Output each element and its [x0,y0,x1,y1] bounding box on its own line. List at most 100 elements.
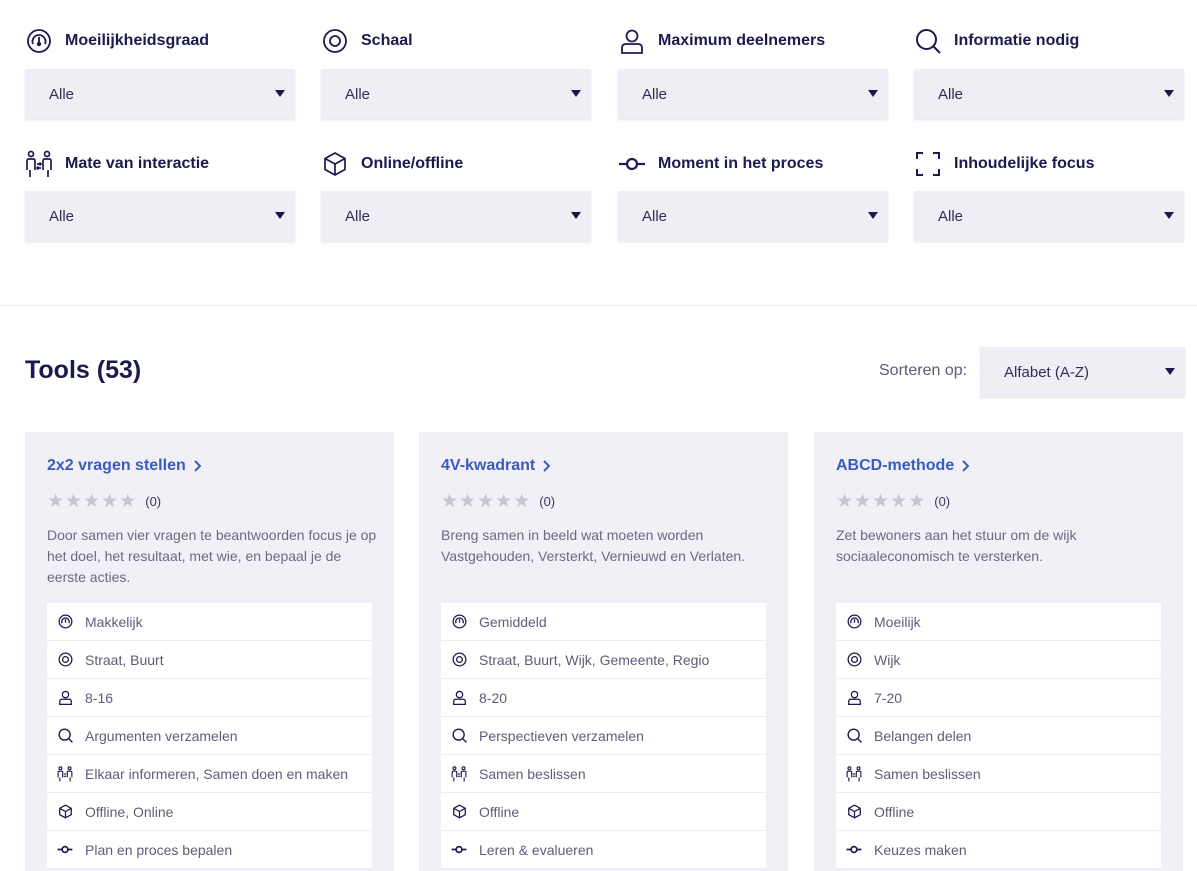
filter-online-offline: Online/offline [321,149,591,179]
target-icon [451,652,467,668]
attr-process-moment: Leren & evalueren [441,831,766,869]
caret-down-icon [868,212,878,219]
star-rating[interactable]: ★ ★ ★ ★ ★ (0) [47,492,161,511]
interaction-select[interactable]: Alle [25,191,295,241]
caret-down-icon [275,90,285,97]
attr-scale: Straat, Buurt, Wijk, Gemeente, Regio [441,641,766,679]
attr-interaction: Elkaar informeren, Samen doen en maken [47,755,372,793]
filter-label: Moeilijkheidsgraad [25,26,295,56]
star-icon: ★ [47,491,65,512]
tool-card: 4V-kwadrant ★ ★ ★ ★ ★ (0) Breng samen in bee… [419,432,788,871]
attr-online-offline: Offline, Online [47,793,372,831]
filter-difficulty: Moeilijkheidsgraad [25,26,295,56]
attr-process-moment: Keuzes maken [836,831,1161,869]
star-icon: ★ [83,491,101,512]
rating-count: (0) [145,494,162,509]
tool-card-attributes: Makkelijk Straat, Buurt 8-16 Argumenten … [47,603,372,869]
filter-label: Maximum deelnemers [618,26,888,56]
filter-interaction: Mate van interactie [25,149,295,179]
timeline-node-icon [57,842,73,858]
timeline-node-icon [451,842,467,858]
caret-down-icon [571,90,581,97]
attr-information: Perspectieven verzamelen [441,717,766,755]
cube-icon [57,804,73,820]
caret-down-icon [868,90,878,97]
filter-label: Informatie nodig [914,26,1184,56]
sort-label: Sorteren op: [879,362,968,379]
star-icon: ★ [872,491,890,512]
filter-content-focus: Inhoudelijke focus [914,149,1184,179]
attr-information: Belangen delen [836,717,1161,755]
star-icon: ★ [890,491,908,512]
attr-interaction: Samen beslissen [441,755,766,793]
filter-max-participants: Maximum deelnemers [618,26,888,56]
star-icon: ★ [513,491,531,512]
attr-information: Argumenten verzamelen [47,717,372,755]
scale-select[interactable]: Alle [321,69,591,119]
attr-difficulty: Moeilijk [836,603,1161,641]
attr-online-offline: Offline [441,793,766,831]
tool-card: ABCD-methode ★ ★ ★ ★ ★ (0) Zet bewoners aan … [814,432,1183,871]
tool-card-description: Breng samen in beeld wat moeten worden V… [441,527,746,564]
search-icon [846,728,862,744]
tool-card-title-link[interactable]: 4V-kwadrant [441,457,551,475]
chevron-right-icon [961,460,970,472]
filter-information-needed: Informatie nodig [914,26,1184,56]
attr-difficulty: Makkelijk [47,603,372,641]
gauge-icon [25,27,53,55]
tools-heading: Tools (53) [25,356,142,384]
star-rating[interactable]: ★ ★ ★ ★ ★ (0) [441,492,555,511]
star-icon: ★ [459,491,477,512]
person-icon [618,27,646,55]
filter-scale: Schaal [321,26,591,56]
information-needed-select[interactable]: Alle [914,69,1184,119]
attr-participants: 8-20 [441,679,766,717]
people-interaction-icon [451,765,467,782]
people-interaction-icon [846,765,862,782]
cube-icon [846,804,862,820]
tool-card-description: Zet bewoners aan het stuur om de wijk so… [836,527,1077,564]
attr-scale: Straat, Buurt [47,641,372,679]
people-interaction-icon [57,765,73,782]
process-moment-select[interactable]: Alle [618,191,888,241]
tool-card-attributes: Moeilijk Wijk 7-20 Belangen delen Samen … [836,603,1161,869]
search-icon [914,27,942,55]
timeline-node-icon [618,150,646,178]
filter-label: Mate van interactie [25,149,295,179]
star-icon: ★ [119,491,137,512]
cube-icon [321,150,349,178]
person-icon [846,690,862,706]
attr-interaction: Samen beslissen [836,755,1161,793]
star-rating[interactable]: ★ ★ ★ ★ ★ (0) [836,492,950,511]
tool-card: 2x2 vragen stellen ★ ★ ★ ★ ★ (0) Door samen … [25,432,394,871]
caret-down-icon [1164,212,1174,219]
online-offline-select[interactable]: Alle [321,191,591,241]
filter-process-moment: Moment in het proces [618,149,888,179]
caret-down-icon [1165,368,1175,375]
attr-scale: Wijk [836,641,1161,679]
filter-label: Schaal [321,26,591,56]
tool-card-attributes: Gemiddeld Straat, Buurt, Wijk, Gemeente,… [441,603,766,869]
person-icon [451,690,467,706]
content-focus-select[interactable]: Alle [914,191,1184,241]
people-interaction-icon [25,150,53,178]
sort-select[interactable]: Alfabet (A-Z) [980,347,1185,397]
attr-process-moment: Plan en proces bepalen [47,831,372,869]
filter-label: Online/offline [321,149,591,179]
target-icon [57,652,73,668]
cube-icon [451,804,467,820]
tool-card-title-link[interactable]: ABCD-methode [836,457,970,475]
caret-down-icon [571,212,581,219]
caret-down-icon [275,212,285,219]
tool-card-title-link[interactable]: 2x2 vragen stellen [47,457,201,475]
filter-label: Inhoudelijke focus [914,149,1184,179]
star-icon: ★ [854,491,872,512]
search-icon [451,728,467,744]
gauge-icon [451,614,467,630]
max-participants-select[interactable]: Alle [618,69,888,119]
attr-online-offline: Offline [836,793,1161,831]
caret-down-icon [1164,90,1174,97]
difficulty-select[interactable]: Alle [25,69,295,119]
rating-count: (0) [934,494,951,509]
star-icon: ★ [836,491,854,512]
